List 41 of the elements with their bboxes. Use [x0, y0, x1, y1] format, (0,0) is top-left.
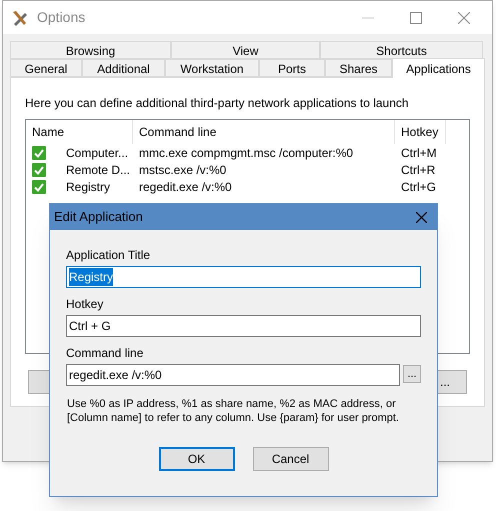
hint-text: Use %0 as IP address, %1 as share name, %2 as MAC address, or [Column name] to refer to any column. Use {param} for user prompt.	[66, 397, 400, 425]
description-text: Here you can define additional third-party network applications to launch	[25, 95, 410, 112]
tab[interactable]: Workstation	[165, 59, 259, 77]
tab[interactable]: View	[171, 41, 320, 59]
text-field[interactable]: regedit.exe /v:%0	[66, 364, 400, 386]
tab[interactable]: Shares	[325, 59, 392, 77]
text-field[interactable]: Registry	[66, 266, 421, 288]
dialog-button[interactable]: OK	[158, 447, 234, 471]
tab[interactable]: Shortcuts	[320, 41, 483, 59]
browse-button[interactable]: ...	[403, 365, 421, 383]
table-cell-text: regedit.exe /v:%0	[138, 178, 233, 196]
tab[interactable]: General	[10, 59, 82, 77]
table-cell-text: mstsc.exe /v:%0	[138, 162, 228, 178]
text-field[interactable]: Ctrl + G	[66, 315, 421, 337]
check-icon[interactable]	[32, 180, 46, 194]
field-label: Command line	[66, 345, 144, 362]
table-cell-text: Registry	[66, 178, 110, 196]
dialog-button[interactable]: Cancel	[252, 447, 328, 471]
tab[interactable]: Ports	[259, 59, 325, 77]
table-cell-text: Ctrl+G	[400, 178, 438, 196]
check-icon[interactable]	[32, 146, 46, 160]
column-header[interactable]: Hotkey	[394, 120, 446, 144]
field-label: Hotkey	[66, 296, 104, 313]
tab[interactable]: Additional	[82, 59, 165, 77]
check-icon[interactable]	[32, 162, 46, 176]
close-icon[interactable]	[416, 212, 427, 222]
table-cell-text: Ctrl+M	[400, 144, 438, 162]
table-cell-text: Ctrl+R	[400, 162, 436, 178]
table-cell-text: mmc.exe compmgmt.msc /computer:%0	[138, 144, 354, 162]
tab[interactable]: Applications	[392, 58, 485, 78]
close-icon[interactable]	[458, 12, 470, 24]
table-cell-text: Computer...	[66, 144, 128, 162]
maximize-icon[interactable]	[410, 12, 422, 24]
column-header[interactable]: Command line	[132, 120, 394, 144]
field-label: Application Title	[66, 247, 152, 264]
dialog-title: Edit Application	[54, 208, 144, 226]
tab[interactable]: Browsing	[10, 41, 171, 59]
tools-icon	[11, 8, 29, 26]
column-header[interactable]: Name	[26, 120, 132, 144]
window-title: Options	[37, 8, 86, 27]
table-cell-text: Remote D...	[66, 162, 130, 178]
